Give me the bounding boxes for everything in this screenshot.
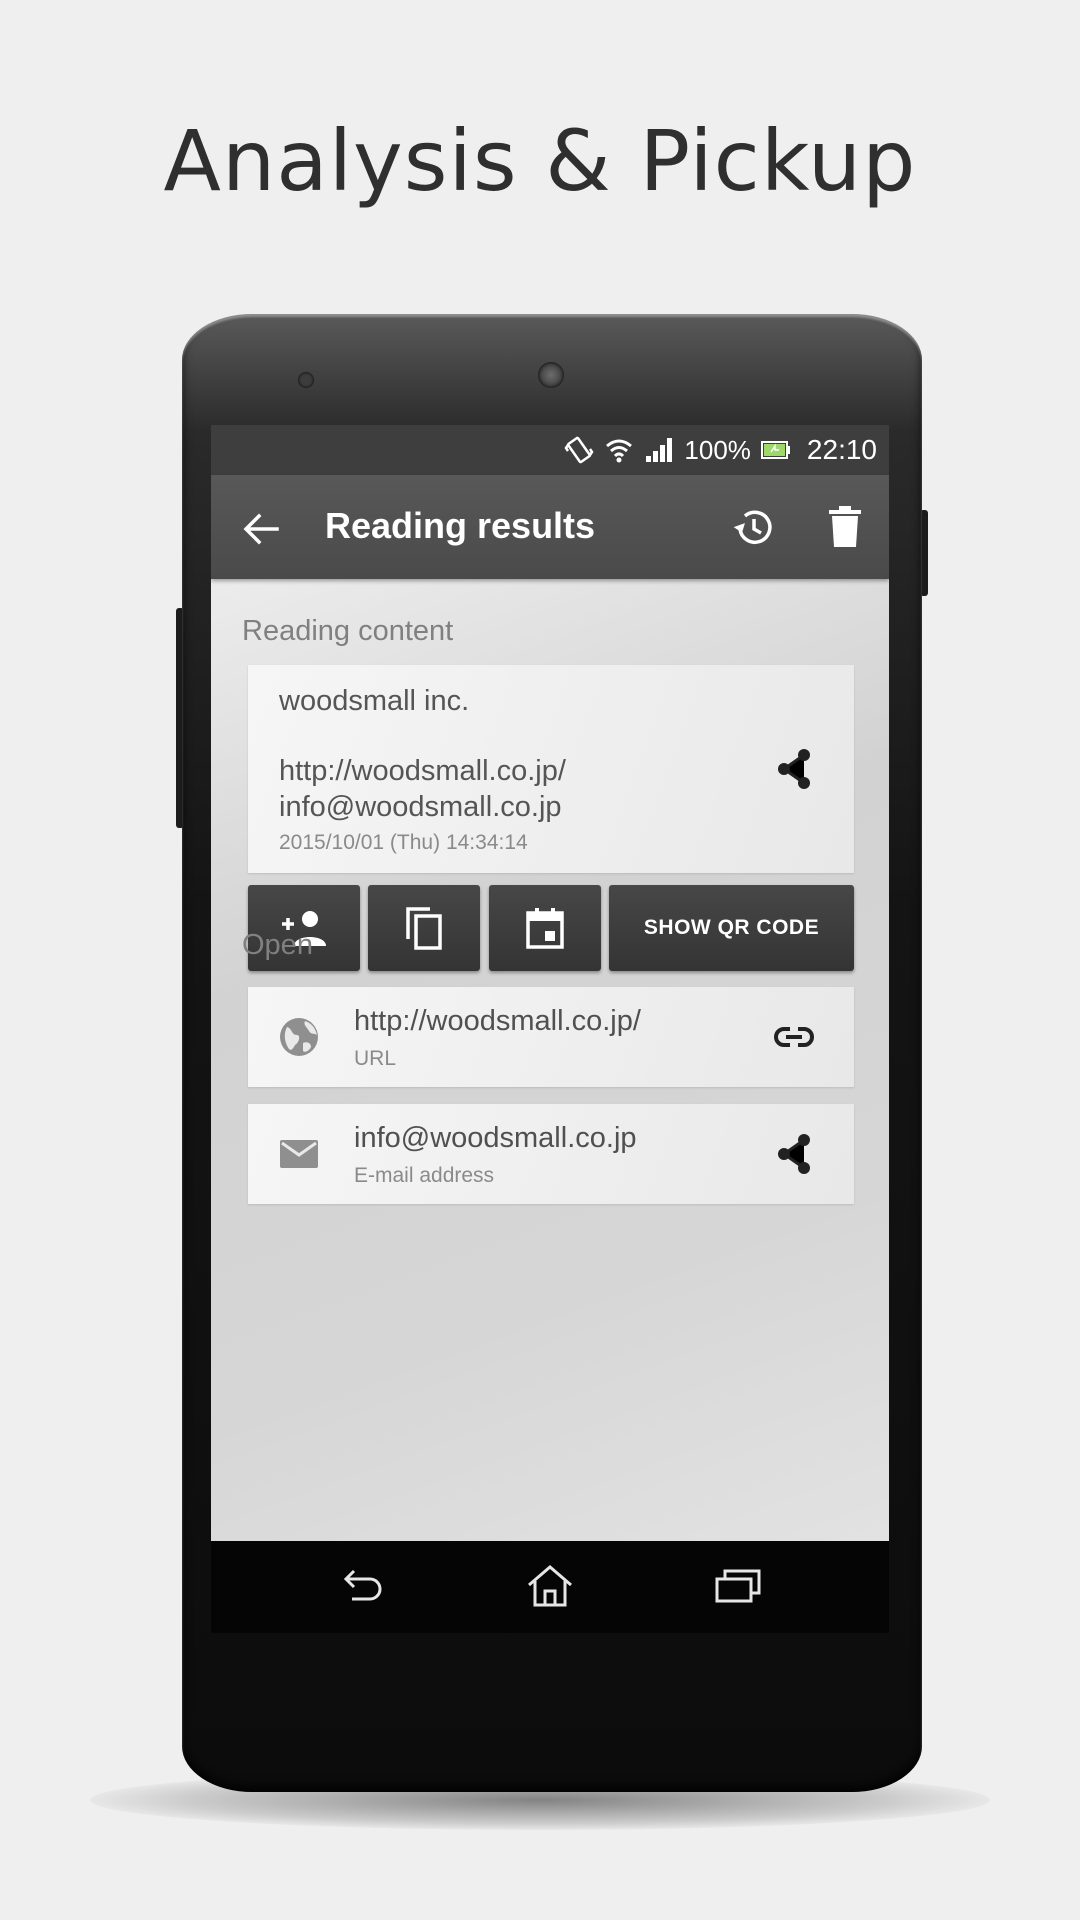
status-bar: 100% 22:10: [211, 425, 889, 475]
wifi-icon: [606, 439, 633, 463]
open-item-value: http://woodsmall.co.jp/: [354, 1005, 641, 1037]
open-item-type: E-mail address: [354, 1164, 495, 1187]
calendar-icon: [526, 908, 564, 949]
delete-icon[interactable]: [827, 505, 863, 549]
vibrate-icon: [564, 436, 594, 464]
mail-icon: [280, 1140, 318, 1168]
back-nav-icon[interactable]: [338, 1563, 388, 1609]
open-item-url[interactable]: http://woodsmall.co.jp/ URL: [248, 987, 854, 1087]
back-arrow-icon[interactable]: [241, 509, 281, 549]
copy-icon: [406, 907, 442, 950]
reading-line: http://woodsmall.co.jp/: [279, 755, 566, 787]
battery-icon: [760, 441, 790, 459]
link-icon[interactable]: [772, 1015, 816, 1059]
reading-timestamp: 2015/10/01 (Thu) 14:34:14: [279, 831, 528, 854]
earpiece-speaker: [538, 362, 564, 388]
home-nav-icon[interactable]: [525, 1563, 575, 1609]
signal-icon: [646, 438, 673, 462]
share-icon[interactable]: [774, 747, 814, 791]
front-camera: [298, 372, 314, 388]
phone-screen: 100% 22:10 Reading results Reading conte…: [211, 425, 889, 1541]
calendar-button[interactable]: [489, 885, 601, 971]
recents-nav-icon[interactable]: [713, 1563, 763, 1609]
open-item-email[interactable]: info@woodsmall.co.jp E-mail address: [248, 1104, 854, 1204]
action-buttons: SHOW QR CODE: [248, 885, 854, 971]
reading-card[interactable]: woodsmall inc. http://woodsmall.co.jp/ i…: [248, 665, 854, 873]
reading-line: info@woodsmall.co.jp: [279, 791, 562, 823]
share-icon[interactable]: [772, 1132, 816, 1176]
reading-content-label: Reading content: [242, 615, 454, 647]
reading-line: woodsmall inc.: [279, 685, 470, 717]
promo-headline: Analysis & Pickup: [163, 112, 917, 210]
page-title: Reading results: [325, 505, 596, 546]
show-qr-code-button[interactable]: SHOW QR CODE: [609, 885, 854, 971]
battery-percent: 100%: [684, 434, 751, 465]
history-icon[interactable]: [731, 505, 775, 549]
globe-icon: [280, 1018, 318, 1056]
open-section-label: Open: [242, 929, 313, 961]
clock: 22:10: [806, 434, 877, 465]
open-item-type: URL: [354, 1047, 397, 1070]
open-item-value: info@woodsmall.co.jp: [354, 1122, 637, 1154]
app-bar: Reading results: [211, 475, 889, 579]
content-area: Reading content woodsmall inc. http://wo…: [211, 579, 889, 1541]
navigation-bar: [211, 1541, 889, 1633]
copy-button[interactable]: [368, 885, 480, 971]
